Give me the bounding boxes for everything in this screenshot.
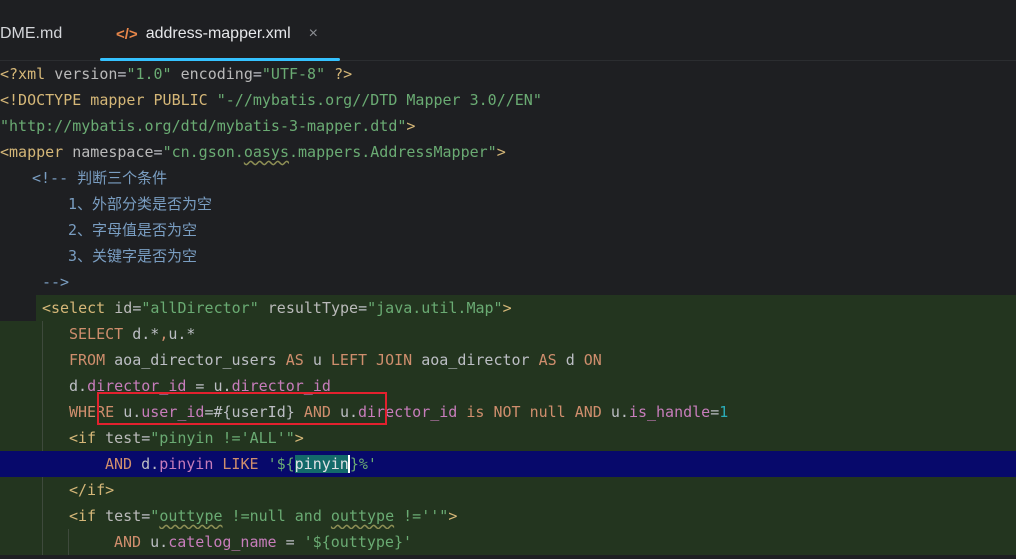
- code-line: <select id="allDirector" resultType="jav…: [0, 295, 1016, 321]
- code-editor[interactable]: <?xml version="1.0" encoding="UTF-8" ?> …: [0, 61, 1016, 559]
- tab-readme-label: DME.md: [0, 25, 63, 42]
- comment-line: 1、外部分类是否为空: [68, 195, 213, 213]
- annotation-highlight-box: [97, 392, 387, 425]
- comment-line: 2、字母值是否为空: [68, 221, 198, 239]
- code-line: <!DOCTYPE mapper PUBLIC "-//mybatis.org/…: [0, 91, 542, 109]
- code-line: <if test="outtype !=null and outtype !='…: [0, 503, 1016, 529]
- code-line: AND u.catelog_name = '${outtype}': [0, 529, 1016, 555]
- code-line: <if test="pinyin !='ALL'">: [0, 425, 1016, 451]
- tab-address-mapper[interactable]: </> address-mapper.xml ×: [100, 8, 340, 61]
- xml-file-icon: </>: [116, 25, 138, 43]
- code-line: "http://mybatis.org/dtd/mybatis-3-mapper…: [0, 117, 416, 135]
- close-icon[interactable]: ×: [309, 25, 318, 43]
- code-line: <mapper namespace="cn.gson.oasys.mappers…: [0, 143, 506, 161]
- code-line: FROM aoa_director_users AS u LEFT JOIN a…: [0, 347, 1016, 373]
- comment-line: -->: [42, 273, 70, 291]
- code-line: </if>: [0, 477, 1016, 503]
- code-line: <?xml version="1.0" encoding="UTF-8" ?>: [0, 65, 353, 83]
- search-highlight: pinyin: [294, 455, 349, 473]
- comment-line: <!-- 判断三个条件: [32, 169, 168, 187]
- text-caret: }%': [347, 455, 377, 473]
- comment-line: 3、关键字是否为空: [68, 247, 198, 265]
- selected-code-line: AND d.pinyin LIKE '${pinyin}%': [0, 451, 1016, 477]
- editor-tab-bar: DME.md </> address-mapper.xml ×: [0, 8, 1016, 61]
- code-line: SELECT d.*,u.*: [0, 321, 1016, 347]
- tab-readme[interactable]: DME.md: [0, 8, 62, 60]
- tab-address-mapper-label: address-mapper.xml: [145, 25, 291, 42]
